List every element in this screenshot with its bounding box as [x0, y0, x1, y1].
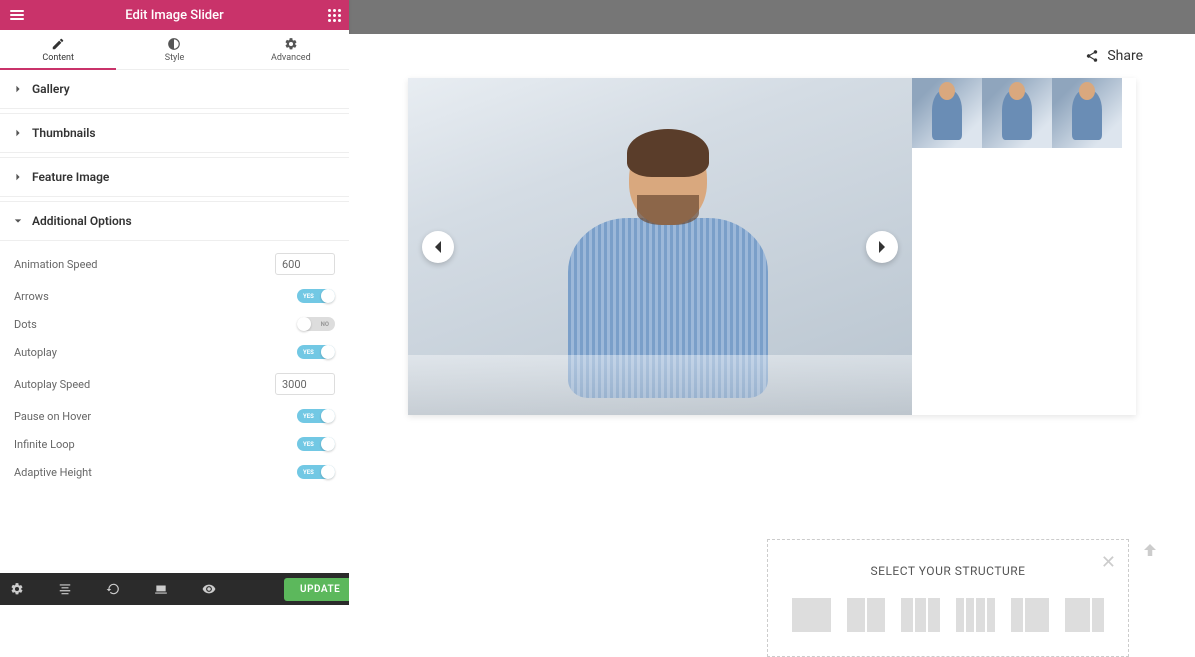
- option-label: Autoplay Speed: [14, 378, 90, 391]
- option-autoplay-speed: Autoplay Speed: [0, 366, 349, 402]
- section-label: Thumbnails: [32, 126, 96, 140]
- close-icon[interactable]: ✕: [1101, 552, 1116, 573]
- image-slider-widget[interactable]: [408, 78, 1136, 415]
- structure-selector: ✕ SELECT YOUR STRUCTURE: [767, 539, 1129, 657]
- settings-sidebar: Edit Image Slider Content Style Advanced…: [0, 0, 349, 573]
- caret-down-icon: [14, 214, 22, 228]
- section-label: Additional Options: [32, 214, 132, 228]
- update-button[interactable]: UPDATE: [284, 578, 356, 601]
- slider-next-button[interactable]: [866, 231, 898, 263]
- slider-prev-button[interactable]: [422, 231, 454, 263]
- option-autoplay: Autoplay YES: [0, 338, 349, 366]
- chevron-right-icon: [877, 240, 887, 254]
- tab-label: Advanced: [271, 53, 311, 63]
- section-label: Gallery: [32, 82, 70, 96]
- section-additional-options[interactable]: Additional Options: [0, 202, 349, 240]
- adaptive-toggle[interactable]: YES: [297, 465, 335, 479]
- option-label: Autoplay: [14, 346, 57, 359]
- pencil-icon: [51, 37, 65, 51]
- option-infinite-loop: Infinite Loop YES: [0, 430, 349, 458]
- slider-thumbnails: [912, 78, 1136, 148]
- menu-icon[interactable]: [0, 10, 34, 20]
- structure-title: SELECT YOUR STRUCTURE: [792, 564, 1104, 578]
- tab-advanced[interactable]: Advanced: [233, 30, 349, 69]
- option-label: Dots: [14, 318, 37, 331]
- option-adaptive-height: Adaptive Height YES: [0, 458, 349, 486]
- option-arrows: Arrows YES: [0, 282, 349, 310]
- structure-1col[interactable]: [792, 598, 831, 632]
- animation-speed-input[interactable]: [275, 253, 335, 275]
- scroll-to-top-button[interactable]: [1141, 541, 1159, 563]
- option-label: Pause on Hover: [14, 410, 91, 423]
- thumbnail-1[interactable]: [912, 78, 982, 148]
- section-label: Feature Image: [32, 170, 109, 184]
- sidebar-header: Edit Image Slider: [0, 0, 349, 30]
- history-icon[interactable]: [106, 582, 120, 596]
- option-animation-speed: Animation Speed: [0, 246, 349, 282]
- structure-2col[interactable]: [847, 598, 886, 632]
- preview-icon[interactable]: [202, 582, 216, 596]
- slide-main-image: [408, 78, 912, 415]
- thumbnail-3[interactable]: [1052, 78, 1122, 148]
- apps-grid-icon[interactable]: [328, 9, 341, 22]
- settings-icon[interactable]: [10, 582, 24, 596]
- share-icon: [1085, 49, 1099, 63]
- caret-right-icon: [14, 170, 22, 184]
- sidebar-title: Edit Image Slider: [0, 8, 349, 23]
- autoplay-toggle[interactable]: YES: [297, 345, 335, 359]
- editor-canvas: Share ✕ SELECT YOUR STRUCTURE: [349, 34, 1195, 605]
- arrows-toggle[interactable]: YES: [297, 289, 335, 303]
- bottom-toolbar: UPDATE: [0, 573, 349, 605]
- structure-4col[interactable]: [956, 598, 995, 632]
- option-dots: Dots NO: [0, 310, 349, 338]
- thumbnail-2[interactable]: [982, 78, 1052, 148]
- option-label: Animation Speed: [14, 258, 97, 271]
- pause-toggle[interactable]: YES: [297, 409, 335, 423]
- responsive-icon[interactable]: [154, 582, 168, 596]
- tab-content[interactable]: Content: [0, 30, 116, 69]
- navigator-icon[interactable]: [58, 582, 72, 596]
- share-label: Share: [1107, 48, 1143, 64]
- share-button[interactable]: Share: [349, 34, 1195, 78]
- caret-right-icon: [14, 82, 22, 96]
- tab-label: Content: [42, 53, 74, 63]
- caret-right-icon: [14, 126, 22, 140]
- structure-3col[interactable]: [901, 598, 940, 632]
- chevron-left-icon: [433, 240, 443, 254]
- option-label: Infinite Loop: [14, 438, 75, 451]
- sidebar-tabs: Content Style Advanced: [0, 30, 349, 70]
- gear-icon: [284, 37, 298, 51]
- option-label: Arrows: [14, 290, 49, 303]
- section-feature-image[interactable]: Feature Image: [0, 158, 349, 196]
- infinite-toggle[interactable]: YES: [297, 437, 335, 451]
- tab-style[interactable]: Style: [116, 30, 232, 69]
- autoplay-speed-input[interactable]: [275, 373, 335, 395]
- contrast-icon: [167, 37, 181, 51]
- dots-toggle[interactable]: NO: [297, 317, 335, 331]
- section-gallery[interactable]: Gallery: [0, 70, 349, 108]
- section-thumbnails[interactable]: Thumbnails: [0, 114, 349, 152]
- structure-2-1[interactable]: [1065, 598, 1104, 632]
- option-label: Adaptive Height: [14, 466, 92, 479]
- option-pause-on-hover: Pause on Hover YES: [0, 402, 349, 430]
- tab-label: Style: [165, 53, 185, 63]
- structure-1-2[interactable]: [1011, 598, 1050, 632]
- arrow-up-icon: [1141, 541, 1159, 559]
